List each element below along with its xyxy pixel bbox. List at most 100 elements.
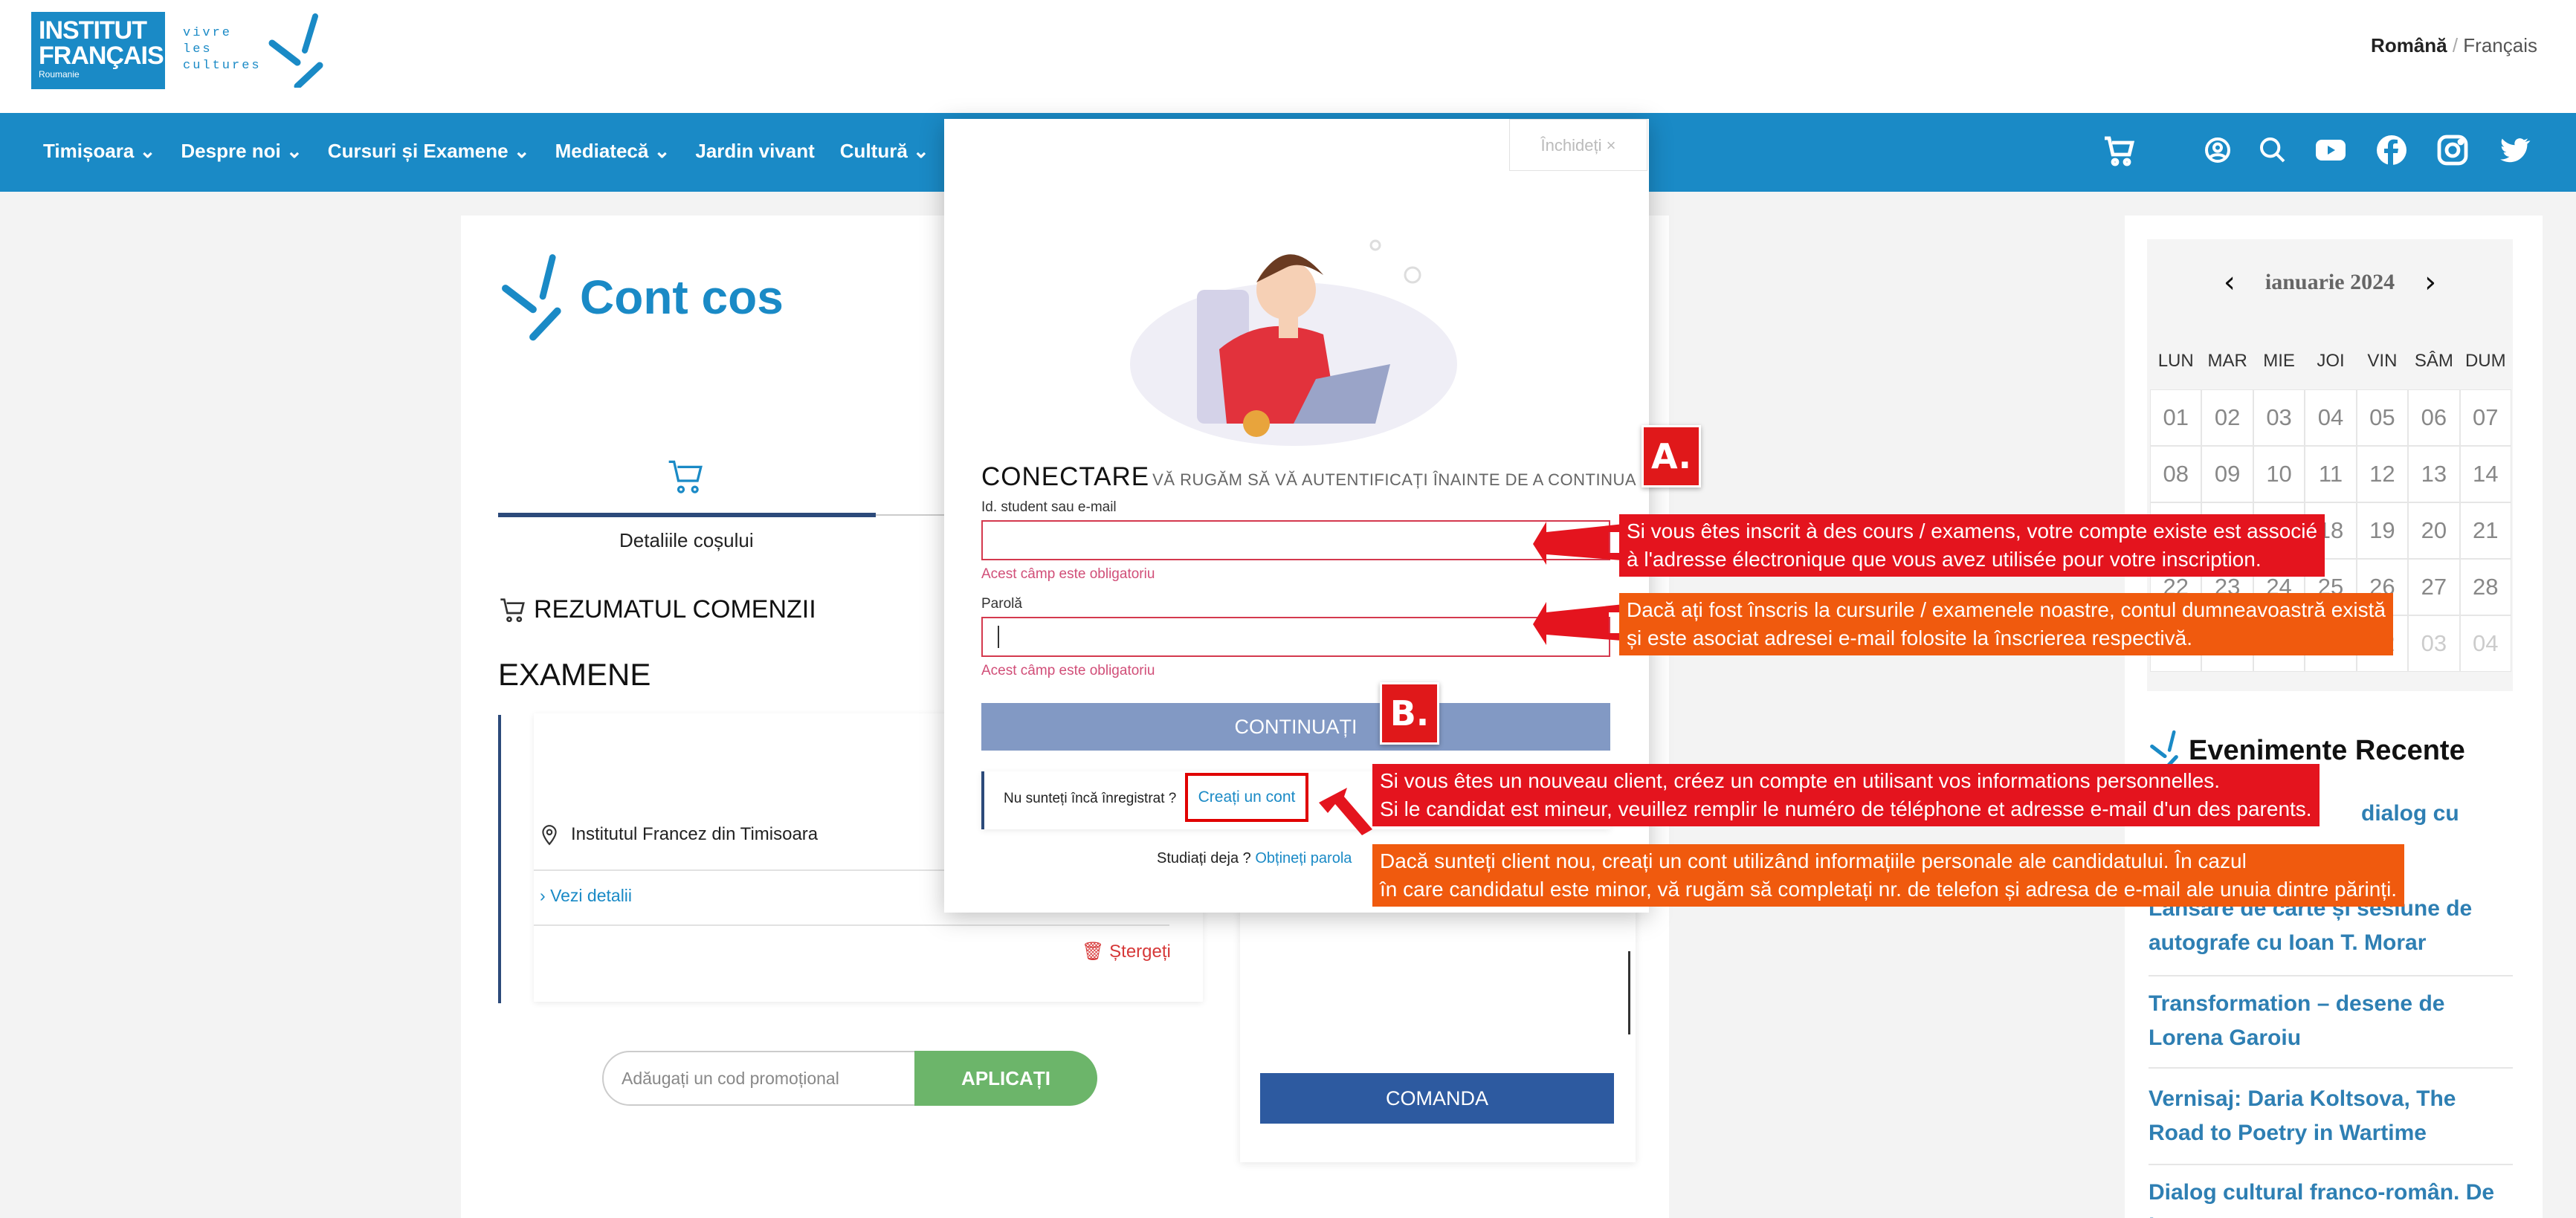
promo-placeholder: Adăugați un cod promoțional [622,1069,839,1088]
note-line: Dacă sunteți client nou, creați un cont … [1380,849,2247,872]
event-link[interactable]: Transformation – desene de Lorena Garoiu [2149,987,2513,1055]
text-cursor [998,626,999,648]
promo-code-input[interactable]: Adăugați un cod promoțional [602,1051,917,1106]
logo-line-3: Roumanie [39,69,80,80]
continue-button[interactable]: CONTINUAȚI [981,703,1610,751]
delete-text: Ștergeți [1109,942,1171,962]
close-modal-button[interactable]: Închideți × [1509,119,1647,171]
nav-label: Mediatecă [555,140,649,162]
brand-mark-icon [502,254,561,341]
tagline-word: vivre [183,26,233,40]
page-title-text: Cont cos [580,271,784,324]
youtube-icon[interactable] [2313,132,2349,168]
chevron-down-icon: ⌄ [139,140,156,162]
calendar-weekday: LUN [2157,351,2194,371]
calendar-weekday: JOI [2317,351,2345,371]
nav-item-cursuri[interactable]: Cursuri și Examene ⌄ [328,140,530,163]
calendar-day[interactable]: 03 [2253,389,2305,446]
calendar-weekday: VIN [2367,351,2398,371]
calendar-day[interactable]: 01 [2150,389,2202,446]
calendar-day[interactable]: 04 [2459,615,2511,672]
nav-item-jardin-vivant[interactable]: Jardin vivant [695,140,814,163]
calendar-day[interactable]: 02 [2201,389,2253,446]
lang-romanian[interactable]: Română [2371,34,2447,56]
nav-label: Cultură [839,140,908,162]
chevron-right-icon[interactable]: › [2424,265,2436,299]
calendar-day[interactable]: 05 [2356,389,2409,446]
institut-francais-logo[interactable]: INSTITUT FRANÇAIS Roumanie [31,12,165,89]
note-line: și este asociat adresei e-mail folosite … [1627,626,2193,650]
calendar-day[interactable]: 09 [2201,446,2253,502]
student-id-input[interactable] [981,520,1610,560]
chevron-down-icon: ⌄ [286,140,303,162]
event-link[interactable]: Dialog cultural franco-român. De la [2149,1176,2513,1218]
apply-promo-button[interactable]: APLICAȚI [914,1051,1097,1106]
calendar-weekday: MAR [2207,351,2247,371]
instagram-icon[interactable] [2435,132,2470,168]
order-button[interactable]: COMANDA [1260,1073,1614,1124]
chevron-down-icon: ⌄ [513,140,530,162]
calendar-day[interactable]: 06 [2408,389,2460,446]
create-account-link[interactable]: Creați un cont [1185,773,1308,822]
calendar-day[interactable]: 20 [2408,502,2460,559]
calendar-day[interactable]: 19 [2356,502,2409,559]
exam-location: Institutul Francez din Timisoara [540,823,818,846]
site-header: INSTITUT FRANÇAIS Roumanie vivre les cul… [0,0,2576,113]
event-link[interactable]: Vernisaj: Daria Koltsova, The Road to Po… [2149,1082,2513,1150]
delete-button[interactable]: 🗑 Ștergeți [1082,941,1171,962]
cart-icon [668,460,703,493]
calendar-day[interactable]: 08 [2150,446,2202,502]
calendar-day[interactable]: 04 [2305,389,2357,446]
tagline-word: les [183,42,213,56]
event-link[interactable]: dialog cu [2361,797,2525,831]
nav-label: Despre noi [181,140,281,162]
login-subtitle: VĂ RUGĂM SĂ VĂ AUTENTIFICAȚI ÎNAINTE DE … [1152,470,1637,489]
order-summary-heading: REZUMATUL COMENZII [498,595,816,624]
calendar-day[interactable]: 11 [2305,446,2357,502]
calendar-day[interactable]: 13 [2408,446,2460,502]
tab-cart-details[interactable]: Detaliile coșului [619,529,754,552]
student-id-error: Acest câmp este obligatoriu [981,566,1155,582]
get-password-link[interactable]: Obțineți parola [1255,850,1352,866]
facebook-icon[interactable] [2374,132,2409,168]
password-input[interactable] [981,617,1610,657]
calendar-day[interactable]: 12 [2356,446,2409,502]
order-summary-text: REZUMATUL COMENZII [534,595,816,623]
nav-label: Cursuri și Examene [327,140,509,162]
calendar-day[interactable]: 10 [2253,446,2305,502]
view-details-link[interactable]: › Vezi detalii [540,886,632,906]
person-with-laptop-illustration [1130,239,1457,446]
register-question: Nu sunteți încă înregistrat ? [1004,791,1177,806]
note-line: Si le candidat est mineur, veuillez remp… [1380,797,2312,820]
nav-label: Timișoara [43,140,135,162]
nav-item-despre-noi[interactable]: Despre noi ⌄ [181,140,302,163]
calendar-day[interactable]: 03 [2408,615,2460,672]
divider [2149,1164,2513,1165]
nav-item-mediateca[interactable]: Mediatecă ⌄ [555,140,671,163]
cart-icon [500,598,525,623]
note-line: în care candidatul este minor, vă rugăm … [1380,878,2398,901]
calendar-day[interactable]: 14 [2459,446,2511,502]
note-line: à l'adresse électronique que vous avez u… [1627,548,2262,571]
calendar-day[interactable]: 28 [2459,559,2511,615]
view-details-text: Vezi detalii [550,886,633,905]
cart-icon[interactable] [2102,132,2137,168]
logo-line-1: INSTITUT [39,16,147,45]
logo-line-2: FRANÇAIS [39,42,164,70]
chevron-left-icon[interactable]: ‹ [2224,265,2236,299]
tab-active-indicator [498,513,876,517]
nav-item-cultura[interactable]: Cultură ⌄ [840,140,929,163]
search-icon[interactable] [2258,135,2288,165]
exam-location-text: Institutul Francez din Timisoara [571,824,819,844]
lang-french[interactable]: Français [2463,34,2537,56]
calendar-weekday: DUM [2464,351,2506,371]
note-line: Si vous êtes inscrit à des cours / exame… [1627,519,2318,542]
divider [2149,975,2513,976]
annotation-note-a-fr: Si vous êtes inscrit à des cours / exame… [1619,514,2325,577]
calendar-day[interactable]: 07 [2459,389,2511,446]
user-icon[interactable] [2203,135,2233,165]
calendar-day[interactable]: 27 [2408,559,2460,615]
nav-item-timisoara[interactable]: Timișoara ⌄ [43,140,155,163]
calendar-day[interactable]: 21 [2459,502,2511,559]
twitter-icon[interactable] [2496,132,2531,168]
